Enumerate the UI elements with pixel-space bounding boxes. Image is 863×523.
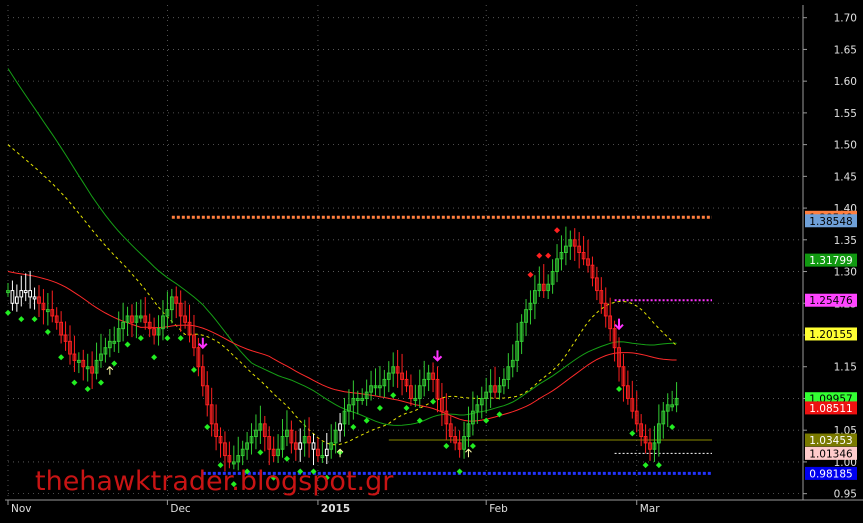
price-label-text: 1.01346 (809, 448, 853, 460)
x-tick-label: Dec (170, 503, 191, 515)
candle-body (28, 290, 33, 298)
y-tick-label: 1.65 (834, 44, 857, 56)
candle-body (298, 442, 303, 450)
y-tick-label: 1.15 (834, 362, 857, 374)
x-tick-label: 2015 (321, 503, 350, 515)
y-tick-label: 1.30 (834, 267, 857, 279)
candle-body (32, 296, 37, 300)
x-tick-label: Nov (11, 503, 32, 515)
price-label-text: 0.98185 (809, 468, 852, 480)
price-label-text: 1.08511 (809, 403, 852, 415)
candle-body (311, 442, 316, 450)
y-tick-label: 0.95 (834, 489, 857, 501)
candle-body (23, 290, 28, 294)
x-tick-label: Mar (640, 503, 660, 515)
candle-body (10, 290, 15, 304)
x-tick-label: Feb (489, 503, 508, 515)
price-label-text: 1.03453 (809, 435, 852, 447)
watermark: thehawktrader.blogspot.gr (35, 466, 394, 497)
y-tick-label: 1.60 (834, 76, 857, 88)
candle-body (14, 296, 19, 304)
chart-background (0, 0, 863, 523)
price-label-text: 1.20155 (809, 329, 852, 341)
y-tick-label: 1.45 (834, 171, 857, 183)
price-label-text: 1.38548 (809, 216, 852, 228)
candle-body (324, 448, 329, 457)
y-tick-label: 1.50 (834, 140, 857, 152)
y-tick-label: 1.35 (834, 235, 857, 247)
candle-body (338, 423, 342, 431)
price-label-text: 1.31799 (809, 255, 852, 267)
price-chart[interactable]: thehawktrader.blogspot.gr 1.70 1.65 1.60 1.… (0, 0, 863, 523)
candle-body (19, 290, 24, 298)
y-tick-label: 1.70 (834, 13, 857, 25)
y-tick-label: 1.55 (834, 108, 857, 120)
price-label-text: 1.25476 (809, 295, 853, 307)
